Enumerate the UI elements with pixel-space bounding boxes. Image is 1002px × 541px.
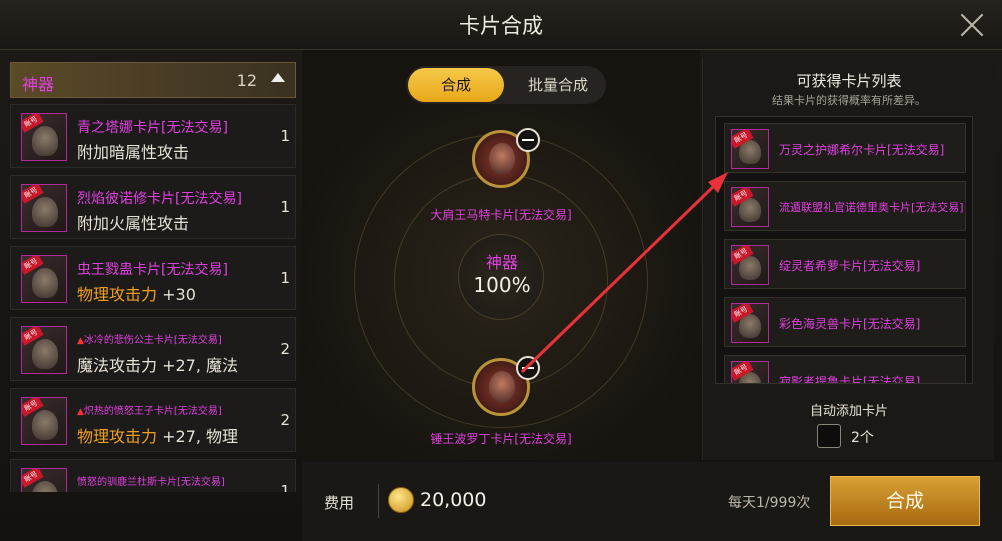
card-description: 物理攻击力 +30 xyxy=(77,281,257,305)
rate-percent: 100% xyxy=(473,273,531,297)
tab-synthesis[interactable]: 合成 xyxy=(408,68,504,102)
category-name: 神器 xyxy=(22,75,55,94)
rate-category: 神器 xyxy=(485,253,518,272)
result-item[interactable]: 账号 寂影者提鲁卡片[无法交易] xyxy=(724,355,966,384)
card-thumbnail: 账号 xyxy=(21,468,67,492)
result-card-name: 万灵之护娜希尔卡片[无法交易] xyxy=(779,143,945,157)
result-card-name: 流遁联盟礼官诺德里奥卡片[无法交易] xyxy=(779,201,964,214)
card-description: 附加火属性攻击 xyxy=(77,214,190,233)
card-name: 青之塔娜卡片[无法交易] xyxy=(77,120,228,136)
card-list-item[interactable]: 账号 愤怒的驯鹿兰杜斯卡片[无法交易] 1 xyxy=(10,459,296,492)
warning-icon: ▲ xyxy=(77,336,84,346)
fee-label: 费用 xyxy=(324,494,355,512)
success-rate-badge: 神器 100% xyxy=(458,234,544,320)
card-thumbnail: 账号 xyxy=(731,245,769,285)
card-description: 附加暗属性攻击 xyxy=(77,143,190,162)
slot-card-name: 大肩王马特卡片[无法交易] xyxy=(430,208,572,222)
result-subtitle: 结果卡片的获得概率有所差异。 xyxy=(772,94,926,107)
synthesize-button[interactable]: 合成 xyxy=(830,476,980,526)
result-card-name: 绽灵者希萝卡片[无法交易] xyxy=(779,259,921,273)
remove-card-icon[interactable] xyxy=(516,356,540,380)
title-bar: 卡片合成 xyxy=(0,0,1002,50)
stat-value: +27, 物理 xyxy=(157,427,239,446)
card-name: 烈焰彼诺修卡片[无法交易] xyxy=(77,191,242,207)
result-item[interactable]: 账号 万灵之护娜希尔卡片[无法交易] xyxy=(724,123,966,173)
stat-label: 物理攻击力 xyxy=(77,427,158,446)
mode-tabs: 合成 批量合成 xyxy=(406,66,606,104)
card-thumbnail: 账号 xyxy=(21,397,67,445)
category-count: 12 xyxy=(236,71,257,90)
result-item[interactable]: 账号 绽灵者希萝卡片[无法交易] xyxy=(724,239,966,289)
card-count: 2 xyxy=(280,411,290,429)
card-thumbnail: 账号 xyxy=(21,255,67,303)
card-name: ▲冰冷的悲伤公主卡片[无法交易] xyxy=(77,331,222,346)
card-thumbnail: 账号 xyxy=(731,303,769,343)
fee-value: 20,000 xyxy=(420,489,487,511)
collapse-arrow-icon[interactable] xyxy=(271,73,285,82)
card-name: 虫王戮蛊卡片[无法交易] xyxy=(77,262,228,278)
card-count: 1 xyxy=(280,198,290,216)
card-name: 愤怒的驯鹿兰杜斯卡片[无法交易] xyxy=(77,477,225,488)
card-thumbnail: 账号 xyxy=(731,361,769,383)
result-panel: 可获得卡片列表 结果卡片的获得概率有所差异。 账号 万灵之护娜希尔卡片[无法交易… xyxy=(702,58,994,460)
stat-value: +30 xyxy=(157,285,196,304)
result-item[interactable]: 账号 流遁联盟礼官诺德里奥卡片[无法交易] xyxy=(724,181,966,231)
material-card-list: 神器 12 账号 青之塔娜卡片[无法交易] 附加暗属性攻击 1 账号 烈焰彼诺修… xyxy=(10,62,296,492)
result-card-name: 寂影者提鲁卡片[无法交易] xyxy=(779,375,921,384)
card-list-item[interactable]: 账号 虫王戮蛊卡片[无法交易] 物理攻击力 +30 1 xyxy=(10,246,296,310)
auto-add-label: 自动添加卡片 xyxy=(809,404,888,419)
divider xyxy=(378,484,379,518)
card-name-text: 冰冷的悲伤公主卡片[无法交易] xyxy=(83,335,222,346)
card-synthesis-window: 卡片合成 神器 12 账号 青之塔娜卡片[无法交易] 附加暗属性攻击 1 账号 … xyxy=(0,0,1002,541)
card-description: 魔法攻击力 +27, 魔法 xyxy=(77,356,239,375)
card-list-item[interactable]: 账号 ▲冰冷的悲伤公主卡片[无法交易] 魔法攻击力 +27, 魔法 2 xyxy=(10,317,296,381)
result-list[interactable]: 账号 万灵之护娜希尔卡片[无法交易] 账号 流遁联盟礼官诺德里奥卡片[无法交易]… xyxy=(715,116,973,384)
card-count: 1 xyxy=(280,127,290,145)
result-title: 可获得卡片列表 xyxy=(796,72,902,90)
daily-limit: 每天1/999次 xyxy=(728,495,811,511)
card-count: 1 xyxy=(280,269,290,287)
result-item[interactable]: 账号 彩色海灵兽卡片[无法交易] xyxy=(724,297,966,347)
card-description: 物理攻击力 +27, 物理 xyxy=(77,423,257,447)
card-thumbnail: 账号 xyxy=(731,129,769,169)
card-name: ▲炽热的愤怒王子卡片[无法交易] xyxy=(77,402,222,417)
warning-icon: ▲ xyxy=(77,407,84,417)
close-icon[interactable] xyxy=(958,11,986,39)
footer-bar: 费用 20,000 每天1/999次 合成 xyxy=(302,462,1002,541)
auto-add-checkbox[interactable] xyxy=(817,424,841,448)
auto-add-count: 2个 xyxy=(851,430,874,446)
card-list-item[interactable]: 账号 ▲炽热的愤怒王子卡片[无法交易] 物理攻击力 +27, 物理 2 xyxy=(10,388,296,452)
card-count: 2 xyxy=(280,340,290,358)
slot-card-name: 锤王波罗丁卡片[无法交易] xyxy=(430,432,572,446)
card-thumbnail: 账号 xyxy=(21,184,67,232)
tab-batch-synthesis[interactable]: 批量合成 xyxy=(510,68,606,102)
remove-card-icon[interactable] xyxy=(516,128,540,152)
gold-coin-icon xyxy=(388,487,414,513)
card-thumbnail: 账号 xyxy=(21,326,67,374)
card-count: 1 xyxy=(280,482,290,492)
synthesis-area: 合成 批量合成 大肩王马特卡片[无法交易] 神器 100% 锤王波罗丁卡片[无法… xyxy=(302,50,700,460)
result-card-name: 彩色海灵兽卡片[无法交易] xyxy=(779,317,921,331)
stat-label: 物理攻击力 xyxy=(77,285,158,304)
card-list-item[interactable]: 账号 烈焰彼诺修卡片[无法交易] 附加火属性攻击 1 xyxy=(10,175,296,239)
category-header[interactable]: 神器 12 xyxy=(10,62,296,98)
card-thumbnail: 账号 xyxy=(21,113,67,161)
window-title: 卡片合成 xyxy=(459,14,543,38)
card-thumbnail: 账号 xyxy=(731,187,769,227)
card-name-text: 炽热的愤怒王子卡片[无法交易] xyxy=(83,406,222,417)
card-list-item[interactable]: 账号 青之塔娜卡片[无法交易] 附加暗属性攻击 1 xyxy=(10,104,296,168)
